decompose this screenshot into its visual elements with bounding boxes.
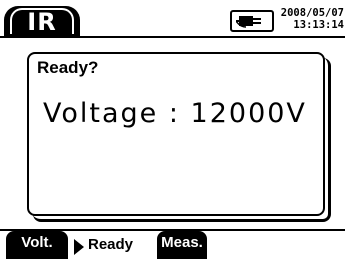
volt-step-button[interactable]: Volt.: [6, 231, 68, 259]
date-text: 2008/05/07: [280, 7, 344, 19]
volt-step-label: Volt.: [21, 234, 53, 251]
ready-dialog: Ready? Voltage : 12000V: [27, 52, 325, 216]
ready-step-label: Ready: [88, 236, 134, 253]
mode-label: IR: [27, 8, 57, 36]
voltage-message: Voltage : 12000V: [43, 98, 307, 129]
header-divider: [0, 36, 345, 38]
mode-tab[interactable]: IR: [4, 6, 80, 36]
time-text: 13:13:14: [293, 19, 344, 31]
meas-step-button[interactable]: Meas.: [157, 231, 207, 259]
triangle-right-icon: [74, 239, 84, 255]
meas-step-label: Meas.: [161, 234, 203, 251]
ac-plug-icon: [230, 10, 274, 32]
status-bar: IR 2008/05/07 13:13:14: [0, 0, 345, 38]
dialog-title: Ready?: [37, 58, 99, 77]
datetime: 2008/05/07 13:13:14: [276, 7, 344, 31]
